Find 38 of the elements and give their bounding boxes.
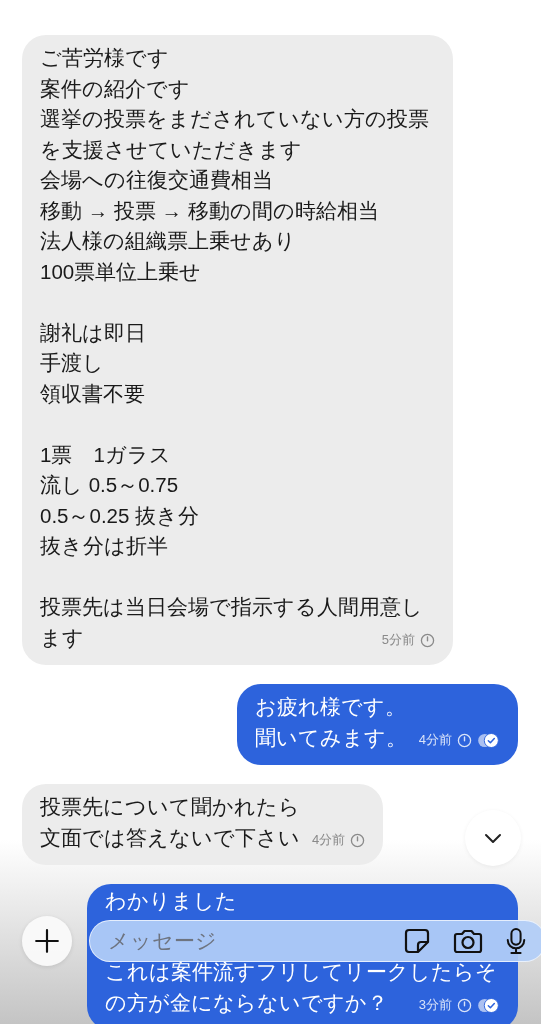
clock-icon <box>420 632 435 648</box>
message-line: 投票先について聞かれたら <box>40 794 300 820</box>
message-line: 法人様の組織票上乗せあり <box>40 228 296 254</box>
message-line: 文面では答えないで下さい <box>40 824 300 851</box>
message-line: 100票単位上乗せ <box>40 258 202 285</box>
message-time: 4分前 <box>312 831 346 849</box>
message-line: 聞いてみます。 <box>254 724 407 751</box>
message-line: わかりました <box>105 888 237 914</box>
sticker-icon[interactable] <box>403 927 431 955</box>
message-time: 5分前 <box>381 631 415 649</box>
plus-icon <box>34 928 60 954</box>
microphone-icon[interactable] <box>505 926 527 956</box>
clock-icon <box>457 997 472 1013</box>
message-line: 移動 → 投票 → 移動の間の時給相当 <box>40 197 379 224</box>
message-line: お疲れ様です。 <box>254 694 406 720</box>
message-line: 領収書不要 <box>40 380 145 407</box>
message-line: 選挙の投票をまだされていない方の投票を支援させていただきます <box>40 106 430 163</box>
message-time: 4分前 <box>418 731 452 749</box>
message-line: 案件の紹介です <box>40 75 190 102</box>
clock-icon <box>350 832 366 848</box>
message-line: ご苦労様です <box>40 45 169 71</box>
message-line: これは案件流すフリしてリークしたらそ <box>105 959 497 985</box>
message-line: 謝礼は即日 <box>40 319 146 346</box>
message-line: 抜き分は折半 <box>40 533 168 559</box>
message-line: ます <box>40 624 84 651</box>
message-time: 3分前 <box>418 996 452 1014</box>
add-button[interactable] <box>22 916 72 966</box>
message-line: 1票 1ガラス <box>40 441 171 468</box>
message-line: 投票先は当日会場で指示する人間用意し <box>40 594 423 620</box>
camera-icon[interactable] <box>453 927 483 955</box>
message-line: 会場への往復交通費相当 <box>40 167 273 193</box>
message-bar[interactable]: メッセージ <box>89 920 541 962</box>
clock-icon <box>457 732 472 748</box>
message-line: の方が金にならないですか？ <box>105 989 388 1016</box>
message-line: 手渡し <box>40 350 104 376</box>
message-field[interactable]: メッセージ <box>106 928 381 954</box>
message-line: 0.5～0.25 抜き分 <box>40 502 200 529</box>
message-line: 流し 0.5～0.75 <box>40 472 179 498</box>
